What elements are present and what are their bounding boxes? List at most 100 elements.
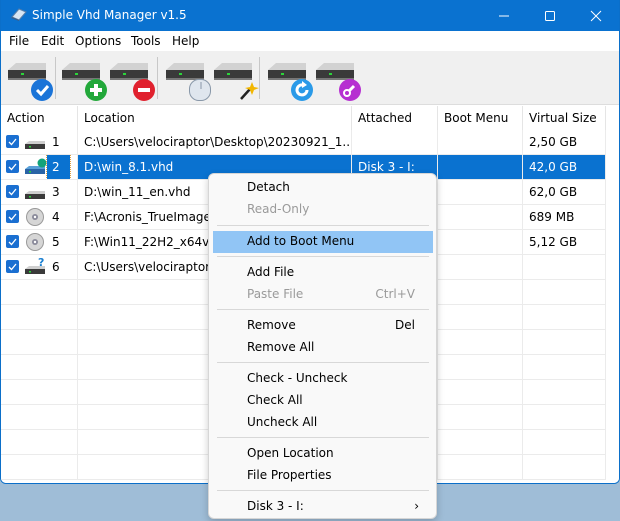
minimize-icon: [499, 15, 509, 17]
wrench-icon: [339, 79, 361, 101]
context-menu-item-open-location[interactable]: Open Location: [213, 443, 433, 465]
toolbar-separator: [55, 57, 56, 99]
boot-menu-cell: [438, 455, 523, 479]
disc-icon: [26, 208, 44, 226]
column-header-attached[interactable]: Attached: [352, 106, 438, 130]
toolbar-remove-button[interactable]: [107, 57, 155, 101]
context-menu-item-remove-all[interactable]: Remove All: [213, 337, 433, 359]
menu-item-label: Open Location: [247, 446, 334, 460]
context-menu-item-add-file[interactable]: Add File: [213, 262, 433, 284]
row-number: 2: [46, 155, 71, 179]
virtual-size-cell-text: 2,50 GB: [529, 135, 578, 149]
toolbar-refresh-button[interactable]: [265, 57, 313, 101]
menu-item-shortcut: Del: [395, 318, 415, 332]
row-checkbox[interactable]: [6, 235, 19, 248]
location-cell-text: C:\Users\velociraptor\Desktop\20230921_1…: [84, 135, 352, 149]
boot-menu-cell: [438, 130, 523, 154]
context-menu-item-uncheck-all[interactable]: Uncheck All: [213, 412, 433, 434]
column-header-location[interactable]: Location: [78, 106, 352, 130]
row-checkbox[interactable]: [6, 185, 19, 198]
virtual-size-cell: 5,12 GB: [523, 230, 606, 254]
location-cell-text: F:\Acronis_TrueImage: [84, 210, 211, 224]
disc-icon: [26, 233, 44, 251]
attached-cell: [352, 130, 438, 154]
virtual-size-cell-text: 5,12 GB: [529, 235, 578, 249]
menu-edit[interactable]: Edit: [41, 34, 64, 48]
action-cell: [1, 380, 78, 404]
virtual-size-cell: [523, 430, 606, 454]
menu-item-label: Check - Uncheck: [247, 371, 348, 385]
close-button[interactable]: [573, 0, 619, 31]
virtual-size-cell: [523, 455, 606, 479]
column-header-boot-menu[interactable]: Boot Menu: [438, 106, 523, 130]
boot-menu-cell: [438, 430, 523, 454]
unknown-drive-icon: ?: [25, 258, 45, 274]
menu-separator: [217, 309, 429, 310]
virtual-size-cell-text: 62,0 GB: [529, 185, 578, 199]
context-menu-item-file-properties[interactable]: File Properties: [213, 465, 433, 487]
attached-cell-text: Disk 3 - I:: [358, 160, 415, 174]
menu-separator: [217, 437, 429, 438]
chevron-right-icon: ›: [414, 499, 419, 513]
context-menu-item-remove[interactable]: Remove Del: [213, 315, 433, 337]
menu-tools[interactable]: Tools: [131, 34, 161, 48]
context-menu-item-add-to-boot-menu[interactable]: Add to Boot Menu: [213, 231, 433, 253]
toolbar-mouse-select-button[interactable]: [163, 57, 211, 101]
menu-file[interactable]: File: [9, 34, 29, 48]
virtual-size-cell: [523, 355, 606, 379]
context-menu: Detach Read-Only Add to Boot Menu Add File P…: [208, 173, 437, 519]
context-menu-item-check-all[interactable]: Check All: [213, 390, 433, 412]
menu-help[interactable]: Help: [172, 34, 199, 48]
refresh-icon: [291, 79, 313, 101]
boot-menu-cell: [438, 230, 523, 254]
row-checkbox[interactable]: [6, 210, 19, 223]
context-menu-item-paste-file[interactable]: Paste File Ctrl+V: [213, 284, 433, 306]
menu-separator: [217, 362, 429, 363]
column-header-action[interactable]: Action: [1, 106, 78, 130]
toolbar-separator: [157, 57, 158, 99]
row-checkbox[interactable]: [6, 135, 19, 148]
table-header: Action Location Attached Boot Menu Virtu…: [1, 106, 619, 130]
menu-item-shortcut: Ctrl+V: [375, 287, 415, 301]
row-number: 3: [52, 185, 60, 199]
toolbar-wizard-button[interactable]: [211, 57, 259, 101]
virtual-size-cell: 42,0 GB: [523, 155, 606, 179]
row-number: 1: [52, 135, 60, 149]
boot-menu-cell: [438, 305, 523, 329]
boot-menu-cell: [438, 205, 523, 229]
action-cell: [1, 455, 78, 479]
toolbar: [1, 51, 619, 105]
hard-drive-icon: [25, 191, 45, 199]
minimize-button[interactable]: [481, 0, 527, 31]
virtual-size-cell: [523, 330, 606, 354]
menu-options[interactable]: Options: [75, 34, 121, 48]
menu-item-label: Detach: [247, 180, 290, 194]
column-header-virtual-size[interactable]: Virtual Size: [523, 106, 606, 130]
menu-separator: [217, 490, 429, 491]
maximize-button[interactable]: [527, 0, 573, 31]
row-checkbox[interactable]: [6, 160, 19, 173]
context-menu-item-detach[interactable]: Detach: [213, 177, 433, 199]
toolbar-attach-checked-button[interactable]: [5, 57, 53, 101]
virtual-size-cell: [523, 255, 606, 279]
virtual-size-cell-text: 42,0 GB: [529, 160, 578, 174]
title-bar: Simple Vhd Manager v1.5: [1, 0, 619, 31]
mouse-icon: [189, 79, 211, 101]
action-cell: [1, 330, 78, 354]
location-cell-text: D:\win_11_en.vhd: [84, 185, 191, 199]
menu-item-label: Read-Only: [247, 202, 310, 216]
context-menu-item-check-uncheck[interactable]: Check - Uncheck: [213, 368, 433, 390]
action-cell: [1, 280, 78, 304]
check-icon: [31, 79, 53, 101]
virtual-size-cell: 2,50 GB: [523, 130, 606, 154]
magic-wand-icon: [237, 79, 259, 101]
action-cell: 2: [1, 155, 78, 179]
context-menu-item-read-only[interactable]: Read-Only: [213, 199, 433, 221]
row-checkbox[interactable]: [6, 260, 19, 273]
virtual-size-cell: [523, 280, 606, 304]
toolbar-add-button[interactable]: [59, 57, 107, 101]
context-menu-item-disk-3-i[interactable]: Disk 3 - I: ›: [213, 496, 433, 518]
action-cell: ? 6: [1, 255, 78, 279]
table-row[interactable]: 1 C:\Users\velociraptor\Desktop\20230921_…: [1, 130, 606, 155]
toolbar-tools-button[interactable]: [313, 57, 361, 101]
